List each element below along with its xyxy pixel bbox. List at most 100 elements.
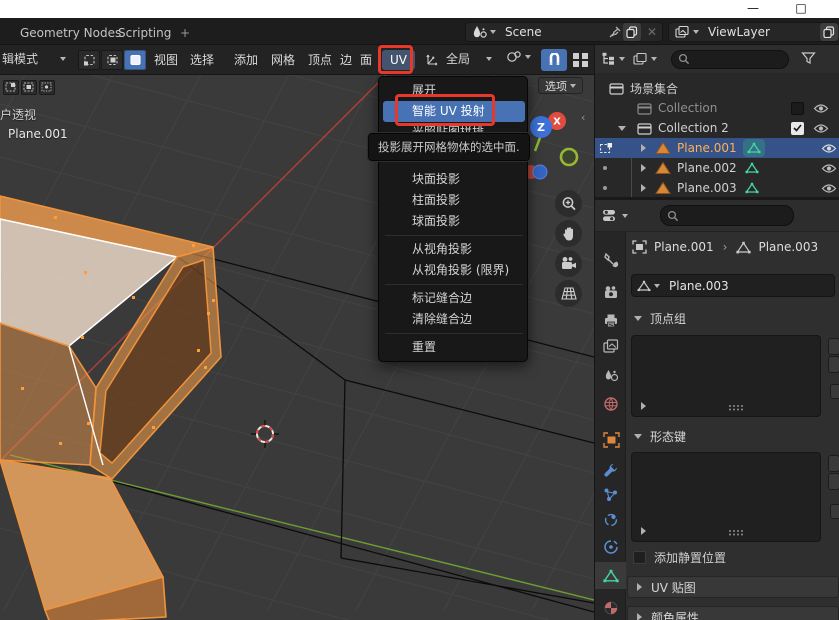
tab-object[interactable] bbox=[598, 428, 624, 452]
mesh-name-field[interactable]: Plane.003 bbox=[631, 274, 835, 297]
outliner-filter-type-selector[interactable] bbox=[633, 52, 657, 66]
outliner-search-input[interactable] bbox=[671, 50, 789, 69]
vertex-groups-section-header[interactable]: 顶点组 bbox=[634, 310, 686, 327]
face-select-mode-button[interactable] bbox=[124, 50, 146, 70]
shape-key-specials-button[interactable] bbox=[830, 504, 839, 519]
menu-face[interactable]: 面 bbox=[352, 50, 380, 70]
vertex-groups-list[interactable] bbox=[631, 335, 821, 417]
gizmo-negative-z-axis[interactable] bbox=[533, 165, 547, 179]
resize-grip-icon[interactable] bbox=[728, 404, 744, 411]
outliner-row-collection-2[interactable]: Collection 2 bbox=[595, 118, 839, 138]
tab-world[interactable] bbox=[598, 392, 624, 416]
tab-particles[interactable] bbox=[598, 483, 624, 507]
expand-arrow-icon[interactable] bbox=[618, 126, 626, 131]
tab-scene[interactable] bbox=[598, 363, 624, 387]
color-attributes-section-header[interactable]: 颜色属性 bbox=[627, 606, 839, 620]
tab-tool[interactable] bbox=[598, 248, 624, 272]
eye-icon[interactable] bbox=[821, 163, 837, 174]
menu-item-project-from-view[interactable]: 从视角投影 bbox=[379, 239, 529, 260]
menu-select[interactable]: 选择 bbox=[182, 50, 222, 70]
vertex-group-remove-button[interactable] bbox=[828, 356, 839, 373]
gizmo-y-axis[interactable] bbox=[561, 149, 577, 165]
list-expand-icon[interactable] bbox=[641, 527, 646, 535]
breadcrumb-data-label[interactable]: Plane.003 bbox=[758, 240, 818, 254]
proportional-editing-button[interactable] bbox=[572, 52, 589, 71]
outliner-filter-button[interactable] bbox=[801, 51, 816, 68]
shape-keys-section-header[interactable]: 形态键 bbox=[634, 428, 686, 445]
maximize-button[interactable]: □ bbox=[788, 0, 814, 18]
scene-browse-button[interactable] bbox=[466, 25, 499, 39]
menu-item-cube-projection[interactable]: 块面投影 bbox=[379, 169, 529, 190]
properties-editor-type-selector[interactable] bbox=[602, 208, 628, 223]
uv-maps-section-header[interactable]: UV 贴图 bbox=[627, 576, 839, 598]
menu-view[interactable]: 视图 bbox=[146, 50, 186, 70]
shape-key-add-button[interactable] bbox=[828, 455, 839, 472]
mesh-data-badge[interactable] bbox=[743, 139, 765, 157]
pin-icon[interactable] bbox=[608, 25, 622, 39]
minimize-button[interactable]: — bbox=[740, 0, 766, 18]
select-tweak-tool-button[interactable] bbox=[3, 80, 19, 95]
outliner-row-scene-collection[interactable]: 场景集合 bbox=[595, 78, 839, 98]
eye-icon[interactable] bbox=[821, 143, 837, 154]
eye-icon[interactable] bbox=[813, 123, 829, 134]
list-expand-icon[interactable] bbox=[641, 402, 646, 410]
tab-material[interactable] bbox=[598, 596, 624, 620]
shape-keys-list[interactable] bbox=[631, 452, 821, 542]
tab-render[interactable] bbox=[598, 280, 624, 304]
outliner-row-plane-003[interactable]: Plane.003 bbox=[595, 178, 839, 198]
snap-target-selector[interactable] bbox=[506, 50, 531, 64]
pan-button[interactable] bbox=[555, 220, 582, 247]
tab-constraints[interactable] bbox=[598, 535, 624, 559]
zoom-button[interactable] bbox=[555, 190, 582, 217]
menu-item-project-from-view-bounds[interactable]: 从视角投影 (限界) bbox=[379, 260, 529, 281]
new-scene-button[interactable] bbox=[623, 23, 641, 41]
add-workspace-button[interactable]: + bbox=[170, 22, 200, 44]
view-layer-name-field[interactable]: ViewLayer bbox=[702, 25, 819, 39]
properties-search-input[interactable] bbox=[660, 205, 794, 226]
new-view-layer-button[interactable] bbox=[820, 23, 838, 41]
collection-exclude-checkbox[interactable] bbox=[791, 102, 804, 115]
expand-arrow-icon[interactable] bbox=[641, 184, 646, 192]
menu-item-clear-seam[interactable]: 清除缝合边 bbox=[379, 309, 529, 330]
menu-item-cylinder-projection[interactable]: 柱面投影 bbox=[379, 190, 529, 211]
scene-name-field[interactable]: Scene bbox=[499, 25, 608, 39]
outliner-row-collection[interactable]: Collection bbox=[595, 98, 839, 118]
camera-view-button[interactable] bbox=[555, 250, 582, 277]
rest-position-checkbox[interactable] bbox=[633, 551, 646, 564]
edge-select-mode-button[interactable] bbox=[101, 50, 123, 70]
resize-grip-icon[interactable] bbox=[728, 529, 744, 536]
expand-arrow-icon[interactable] bbox=[641, 144, 646, 152]
vertex-group-add-button[interactable] bbox=[828, 338, 839, 355]
select-box-tool-button[interactable] bbox=[21, 80, 37, 95]
transform-orientation-selector[interactable]: 全局 bbox=[426, 50, 492, 67]
snap-toggle-button[interactable] bbox=[541, 49, 567, 71]
outliner-row-plane-001[interactable]: Plane.001 bbox=[595, 138, 839, 158]
menu-mesh[interactable]: 网格 bbox=[263, 50, 303, 70]
collection-2-exclude-checkbox[interactable] bbox=[791, 122, 804, 135]
outliner-display-mode-selector[interactable] bbox=[601, 52, 625, 66]
shape-key-remove-button[interactable] bbox=[828, 473, 839, 490]
vertex-select-mode-button[interactable] bbox=[78, 50, 100, 70]
tab-view-layer[interactable] bbox=[598, 334, 624, 358]
eye-icon[interactable] bbox=[813, 103, 829, 114]
tab-object-data[interactable] bbox=[598, 564, 624, 588]
menu-item-sphere-projection[interactable]: 球面投影 bbox=[379, 211, 529, 232]
tab-modifiers[interactable] bbox=[598, 458, 624, 482]
viewport-3d[interactable]: 户透视 Plane.001 选项 X Z ‹ bbox=[0, 75, 594, 620]
breadcrumb-object-label[interactable]: Plane.001 bbox=[654, 240, 714, 254]
menu-item-reset[interactable]: 重置 bbox=[379, 337, 529, 358]
select-circle-tool-button[interactable] bbox=[39, 80, 55, 95]
view-layer-browse-button[interactable] bbox=[669, 25, 702, 39]
tab-output[interactable] bbox=[598, 308, 624, 332]
vertex-group-specials-button[interactable] bbox=[830, 384, 839, 399]
eye-icon[interactable] bbox=[821, 183, 837, 194]
unlink-scene-button[interactable]: ✕ bbox=[642, 25, 662, 39]
menu-add[interactable]: 添加 bbox=[226, 50, 266, 70]
expand-arrow-icon[interactable] bbox=[641, 164, 646, 172]
tab-physics[interactable] bbox=[598, 508, 624, 532]
options-dropdown[interactable]: 选项 bbox=[538, 77, 583, 94]
mode-selector[interactable]: 辑模式 bbox=[2, 50, 66, 67]
perspective-toggle-button[interactable] bbox=[555, 280, 582, 307]
menu-item-mark-seam[interactable]: 标记缝合边 bbox=[379, 288, 529, 309]
outliner-row-plane-002[interactable]: Plane.002 bbox=[595, 158, 839, 178]
